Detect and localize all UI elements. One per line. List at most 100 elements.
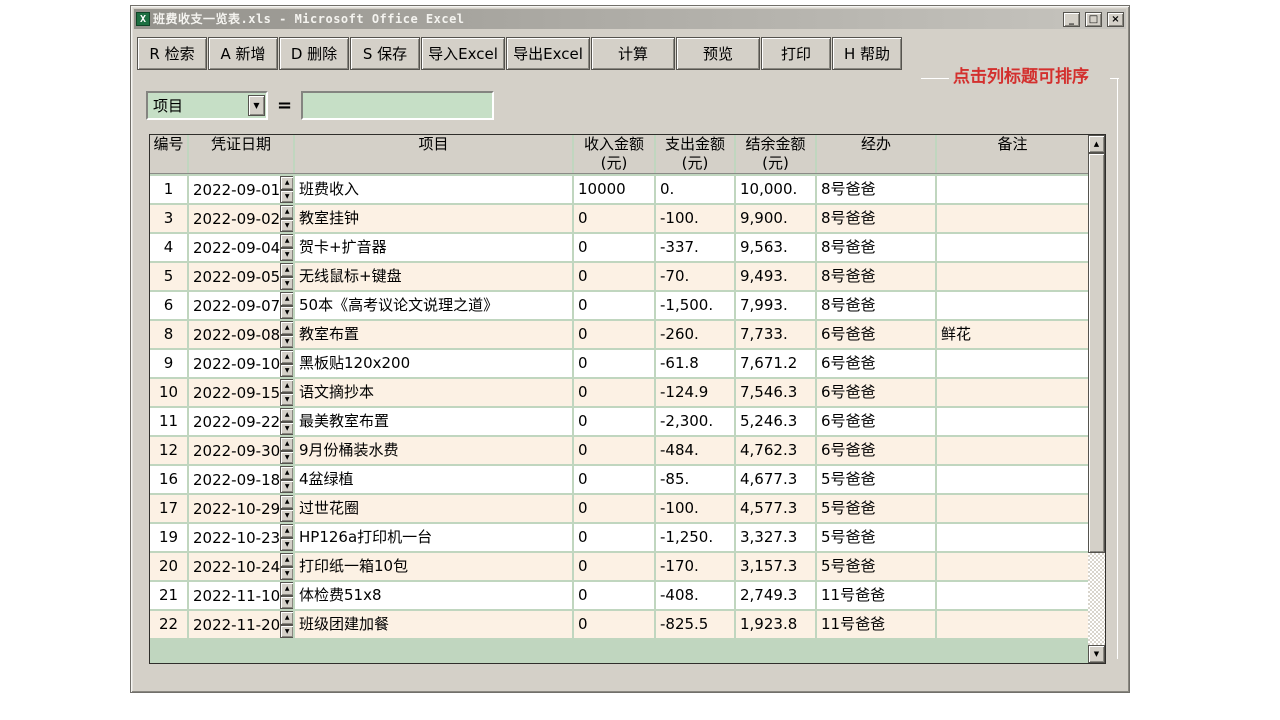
spinner-down-icon[interactable]: ▼ <box>280 393 293 407</box>
cell-date[interactable]: 2022-09-22 ▲ ▼ <box>189 408 293 435</box>
table-row[interactable]: 19 2022-10-23 ▲ ▼ HP126a打印机一台 0 -1,250. … <box>150 524 1088 551</box>
cell-note[interactable] <box>937 437 1088 464</box>
table-row[interactable]: 12 2022-09-30 ▲ ▼ 9月份桶装水费 0 -484. 4,762.… <box>150 437 1088 464</box>
cell-income[interactable]: 0 <box>574 321 654 348</box>
spinner-up-icon[interactable]: ▲ <box>280 582 293 596</box>
cell-date[interactable]: 2022-11-10 ▲ ▼ <box>189 582 293 609</box>
cell-balance[interactable]: 4,577.3 <box>736 495 815 522</box>
chevron-down-icon[interactable]: ▼ <box>248 95 265 116</box>
cell-note[interactable] <box>937 176 1088 203</box>
table-row[interactable]: 17 2022-10-29 ▲ ▼ 过世花圈 0 -100. 4,577.3 5… <box>150 495 1088 522</box>
cell-item[interactable]: 黑板贴120x200 <box>295 350 572 377</box>
spinner-up-icon[interactable]: ▲ <box>280 553 293 567</box>
table-row[interactable]: 4 2022-09-04 ▲ ▼ 贺卡+扩音器 0 -337. 9,563. 8… <box>150 234 1088 261</box>
cell-date[interactable]: 2022-11-20 ▲ ▼ <box>189 611 293 638</box>
cell-balance[interactable]: 7,546.3 <box>736 379 815 406</box>
toolbar-button-search[interactable]: R 检索 <box>137 37 207 70</box>
cell-expense[interactable]: -85. <box>656 466 734 493</box>
table-row[interactable]: 22 2022-11-20 ▲ ▼ 班级团建加餐 0 -825.5 1,923.… <box>150 611 1088 638</box>
table-row[interactable]: 6 2022-09-07 ▲ ▼ 50本《高考议论文说理之道》 0 -1,500… <box>150 292 1088 319</box>
cell-balance[interactable]: 1,923.8 <box>736 611 815 638</box>
cell-handler[interactable]: 5号爸爸 <box>817 466 935 493</box>
cell-handler[interactable]: 6号爸爸 <box>817 408 935 435</box>
cell-handler[interactable]: 11号爸爸 <box>817 611 935 638</box>
scroll-down-icon[interactable]: ▼ <box>1088 645 1105 663</box>
spinner-up-icon[interactable]: ▲ <box>280 437 293 451</box>
cell-handler[interactable]: 8号爸爸 <box>817 234 935 261</box>
cell-income[interactable]: 10000 <box>574 176 654 203</box>
cell-item[interactable]: 50本《高考议论文说理之道》 <box>295 292 572 319</box>
field-select[interactable]: 项目 ▼ <box>146 91 268 120</box>
cell-date[interactable]: 2022-10-24 ▲ ▼ <box>189 553 293 580</box>
cell-income[interactable]: 0 <box>574 350 654 377</box>
cell-note[interactable] <box>937 205 1088 232</box>
table-row[interactable]: 9 2022-09-10 ▲ ▼ 黑板贴120x200 0 -61.8 7,67… <box>150 350 1088 377</box>
cell-income[interactable]: 0 <box>574 379 654 406</box>
cell-date[interactable]: 2022-09-04 ▲ ▼ <box>189 234 293 261</box>
date-spinner[interactable]: ▲ ▼ <box>280 553 293 580</box>
spinner-down-icon[interactable]: ▼ <box>280 451 293 465</box>
cell-income[interactable]: 0 <box>574 611 654 638</box>
cell-item[interactable]: 体检费51x8 <box>295 582 572 609</box>
cell-expense[interactable]: -100. <box>656 205 734 232</box>
cell-handler[interactable]: 8号爸爸 <box>817 205 935 232</box>
spinner-up-icon[interactable]: ▲ <box>280 205 293 219</box>
cell-note[interactable] <box>937 350 1088 377</box>
cell-date[interactable]: 2022-09-02 ▲ ▼ <box>189 205 293 232</box>
column-header[interactable]: 收入金额 (元) <box>574 135 654 173</box>
cell-expense[interactable]: -260. <box>656 321 734 348</box>
scroll-up-icon[interactable]: ▲ <box>1088 135 1105 153</box>
cell-balance[interactable]: 7,993. <box>736 292 815 319</box>
cell-balance[interactable]: 2,749.3 <box>736 582 815 609</box>
cell-income[interactable]: 0 <box>574 524 654 551</box>
cell-income[interactable]: 0 <box>574 553 654 580</box>
spinner-up-icon[interactable]: ▲ <box>280 292 293 306</box>
toolbar-button-calculate[interactable]: 计算 <box>591 37 675 70</box>
date-spinner[interactable]: ▲ ▼ <box>280 176 293 203</box>
column-header[interactable]: 项目 <box>295 135 572 173</box>
cell-handler[interactable]: 6号爸爸 <box>817 350 935 377</box>
cell-balance[interactable]: 9,563. <box>736 234 815 261</box>
spinner-down-icon[interactable]: ▼ <box>280 335 293 349</box>
cell-item[interactable]: 打印纸一箱10包 <box>295 553 572 580</box>
spinner-down-icon[interactable]: ▼ <box>280 567 293 581</box>
spinner-down-icon[interactable]: ▼ <box>280 538 293 552</box>
column-header[interactable]: 凭证日期 <box>189 135 293 173</box>
cell-balance[interactable]: 9,493. <box>736 263 815 290</box>
cell-note[interactable] <box>937 582 1088 609</box>
cell-note[interactable] <box>937 466 1088 493</box>
spinner-up-icon[interactable]: ▲ <box>280 350 293 364</box>
spinner-up-icon[interactable]: ▲ <box>280 611 293 625</box>
cell-handler[interactable]: 5号爸爸 <box>817 495 935 522</box>
date-spinner[interactable]: ▲ ▼ <box>280 205 293 232</box>
toolbar-button-export-excel[interactable]: 导出Excel <box>506 37 590 70</box>
spinner-up-icon[interactable]: ▲ <box>280 263 293 277</box>
cell-item[interactable]: 贺卡+扩音器 <box>295 234 572 261</box>
spinner-down-icon[interactable]: ▼ <box>280 306 293 320</box>
spinner-down-icon[interactable]: ▼ <box>280 277 293 291</box>
date-spinner[interactable]: ▲ ▼ <box>280 611 293 638</box>
toolbar-button-import-excel[interactable]: 导入Excel <box>421 37 505 70</box>
cell-item[interactable]: 教室布置 <box>295 321 572 348</box>
cell-item[interactable]: 语文摘抄本 <box>295 379 572 406</box>
cell-handler[interactable]: 5号爸爸 <box>817 553 935 580</box>
date-spinner[interactable]: ▲ ▼ <box>280 350 293 377</box>
date-spinner[interactable]: ▲ ▼ <box>280 495 293 522</box>
cell-expense[interactable]: -484. <box>656 437 734 464</box>
cell-date[interactable]: 2022-09-05 ▲ ▼ <box>189 263 293 290</box>
cell-income[interactable]: 0 <box>574 437 654 464</box>
table-row[interactable]: 11 2022-09-22 ▲ ▼ 最美教室布置 0 -2,300. 5,246… <box>150 408 1088 435</box>
cell-item[interactable]: 班费收入 <box>295 176 572 203</box>
cell-balance[interactable]: 3,327.3 <box>736 524 815 551</box>
cell-item[interactable]: 无线鼠标+键盘 <box>295 263 572 290</box>
cell-date[interactable]: 2022-09-10 ▲ ▼ <box>189 350 293 377</box>
cell-handler[interactable]: 8号爸爸 <box>817 263 935 290</box>
table-row[interactable]: 5 2022-09-05 ▲ ▼ 无线鼠标+键盘 0 -70. 9,493. 8… <box>150 263 1088 290</box>
spinner-up-icon[interactable]: ▲ <box>280 524 293 538</box>
date-spinner[interactable]: ▲ ▼ <box>280 263 293 290</box>
cell-income[interactable]: 0 <box>574 292 654 319</box>
cell-note[interactable] <box>937 553 1088 580</box>
date-spinner[interactable]: ▲ ▼ <box>280 582 293 609</box>
table-row[interactable]: 3 2022-09-02 ▲ ▼ 教室挂钟 0 -100. 9,900. 8号爸… <box>150 205 1088 232</box>
spinner-up-icon[interactable]: ▲ <box>280 466 293 480</box>
